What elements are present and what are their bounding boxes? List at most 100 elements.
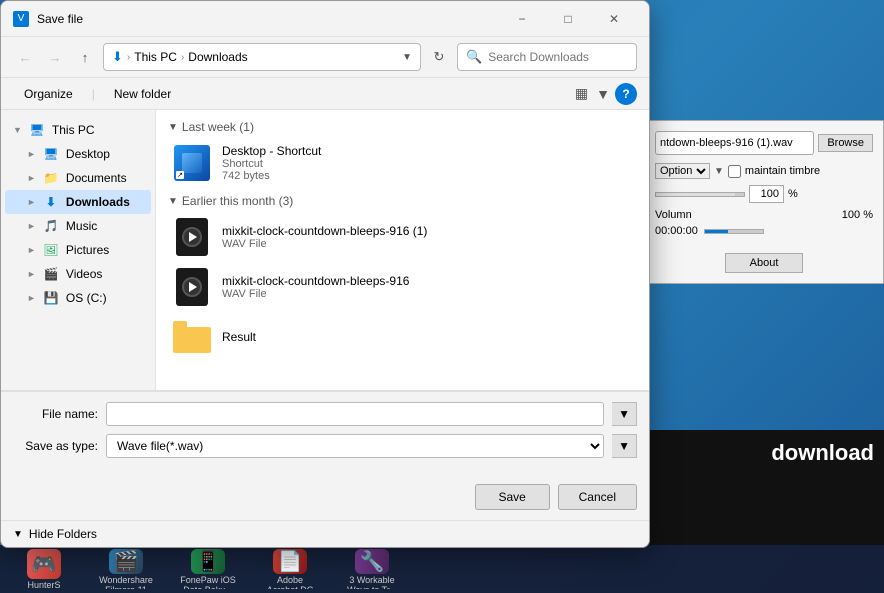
up-button[interactable]: ↑ <box>73 45 97 69</box>
shortcut-name: Desktop - Shortcut <box>222 144 633 158</box>
hide-folders-label: Hide Folders <box>29 527 97 541</box>
sidebar-label-documents: Documents <box>66 171 143 185</box>
taskbar-item-1[interactable]: 🎬 Wondershare Filmora 11 <box>86 547 166 591</box>
wav2-icon-circle <box>182 277 202 297</box>
sidebar-item-pictures[interactable]: ► 🖼 Pictures <box>5 238 151 262</box>
search-icon: 🔍 <box>466 49 482 65</box>
wav2-icon-body <box>176 268 208 306</box>
bg-percent-input[interactable] <box>749 185 784 203</box>
bg-percent-unit: % <box>788 188 798 200</box>
view-toggle: ▦ ▼ ? <box>572 82 637 105</box>
sidebar-item-music[interactable]: ► 🎵 Music <box>5 214 151 238</box>
shortcut-icon-container: ↗ <box>172 143 212 183</box>
organize-button[interactable]: Organize <box>13 83 84 105</box>
dialog-footer: File name: ▼ Save as type: Wave file(*.w… <box>1 390 649 547</box>
view-grid-button[interactable]: ▦ <box>572 82 591 105</box>
taskbar-label-3: Adobe Acrobat DC <box>267 575 314 589</box>
bg-timecode: 00:00:00 <box>655 225 698 237</box>
filename-dropdown[interactable]: ▼ <box>612 402 637 426</box>
maximize-button[interactable]: □ <box>545 5 591 33</box>
file-info-result: Result <box>222 330 633 344</box>
sidebar-label-music: Music <box>66 219 143 233</box>
bg-volume-value: 100 % <box>842 209 873 221</box>
taskbar-item-3[interactable]: 📄 Adobe Acrobat DC <box>250 547 330 591</box>
shortcut-type: Shortcut <box>222 158 633 170</box>
sidebar-item-desktop[interactable]: ► 🖥 Desktop <box>5 142 151 166</box>
forward-button[interactable]: → <box>43 45 67 69</box>
bg-browse-button[interactable]: Browse <box>818 134 873 152</box>
taskbar-label-1: Wondershare Filmora 11 <box>99 575 153 589</box>
bg-select[interactable]: Option <box>655 163 710 179</box>
breadcrumb-thispc[interactable]: This PC <box>134 50 177 64</box>
wav2-icon-container <box>172 267 212 307</box>
search-input[interactable] <box>488 50 618 64</box>
taskbar-icon-2: 📱 <box>191 549 225 574</box>
bg-volume-slider <box>704 229 764 234</box>
wav1-icon-circle <box>182 227 202 247</box>
folder-body <box>173 327 211 353</box>
earlier-toggle[interactable]: ▼ <box>168 196 178 207</box>
savetype-select[interactable]: Wave file(*.wav) <box>106 434 604 458</box>
file-info-wav2: mixkit-clock-countdown-bleeps-916 WAV Fi… <box>222 274 633 300</box>
file-item-shortcut[interactable]: ↗ Desktop - Shortcut Shortcut 742 bytes <box>168 138 637 188</box>
sidebar-item-videos[interactable]: ► 🎬 Videos <box>5 262 151 286</box>
wav2-name: mixkit-clock-countdown-bleeps-916 <box>222 274 633 288</box>
new-folder-button[interactable]: New folder <box>103 83 182 105</box>
separator-1: | <box>92 87 95 101</box>
breadcrumb-sep-1: › <box>127 52 130 63</box>
action-bar: Organize | New folder ▦ ▼ ? <box>1 78 649 110</box>
lastweek-toggle[interactable]: ▼ <box>168 122 178 133</box>
sidebar-item-documents[interactable]: ► 📁 Documents <box>5 166 151 190</box>
taskbar-item-4[interactable]: 🔧 3 Workable Ways to Tr... <box>332 547 412 591</box>
bg-about-button[interactable]: About <box>725 253 804 273</box>
wav1-name: mixkit-clock-countdown-bleeps-916 (1) <box>222 224 633 238</box>
cancel-button[interactable]: Cancel <box>558 484 637 510</box>
result-icon-container <box>172 317 212 357</box>
taskbar-item-0[interactable]: 🎮 HunterS <box>4 547 84 591</box>
breadcrumb-downloads[interactable]: Downloads <box>188 50 247 64</box>
section-header-lastweek: ▼ Last week (1) <box>168 114 637 138</box>
back-button[interactable]: ← <box>13 45 37 69</box>
file-item-wav1[interactable]: mixkit-clock-countdown-bleeps-916 (1) WA… <box>168 212 637 262</box>
downloads-expand-arrow: ► <box>27 197 36 207</box>
filename-input[interactable] <box>106 402 604 426</box>
taskbar-item-2[interactable]: 📱 FonePaw iOS Data Baku... <box>168 547 248 591</box>
file-item-wav2[interactable]: mixkit-clock-countdown-bleeps-916 WAV Fi… <box>168 262 637 312</box>
sidebar-item-thispc[interactable]: ▼ 🖥 This PC <box>5 118 151 142</box>
filename-label: File name: <box>13 407 98 421</box>
taskbar-icon-0: 🎮 <box>27 549 61 579</box>
sidebar-label-osc: OS (C:) <box>66 291 143 305</box>
minimize-button[interactable]: − <box>499 5 545 33</box>
sidebar-label-pictures: Pictures <box>66 243 143 257</box>
wav1-play-icon <box>189 232 197 242</box>
file-list: ▼ Last week (1) ↗ Desktop - Shortcut Sho… <box>156 110 649 390</box>
savetype-dropdown[interactable]: ▼ <box>612 434 637 458</box>
shortcut-size: 742 bytes <box>222 170 633 182</box>
file-item-result[interactable]: Result <box>168 312 637 362</box>
title-bar: V Save file − □ ✕ <box>1 1 649 37</box>
view-dropdown-button[interactable]: ▼ <box>593 83 613 105</box>
bg-arrow: ▼ <box>714 166 724 177</box>
documents-icon: 📁 <box>42 169 60 187</box>
save-button[interactable]: Save <box>475 484 550 510</box>
wav2-play-icon <box>189 282 197 292</box>
computer-icon: 🖥 <box>28 121 46 139</box>
help-button[interactable]: ? <box>615 83 637 105</box>
wav1-icon-body <box>176 218 208 256</box>
result-name: Result <box>222 330 633 344</box>
close-button[interactable]: ✕ <box>591 5 637 33</box>
sidebar-item-osc[interactable]: ► 💾 OS (C:) <box>5 286 151 310</box>
documents-expand-arrow: ► <box>27 173 36 183</box>
hide-folders-bar[interactable]: ▼ Hide Folders <box>1 520 649 547</box>
hide-folders-arrow: ▼ <box>13 529 23 540</box>
search-box: 🔍 <box>457 43 637 71</box>
sidebar-item-downloads[interactable]: ► ⬇ Downloads <box>5 190 151 214</box>
osc-expand-arrow: ► <box>27 293 36 303</box>
refresh-button[interactable]: ↻ <box>427 45 451 69</box>
pictures-icon: 🖼 <box>42 241 60 259</box>
bg-maintain-timbre-check[interactable] <box>728 165 741 178</box>
bg-filename-input[interactable] <box>655 131 814 155</box>
sidebar-label-downloads: Downloads <box>66 195 143 209</box>
desktop-expand-arrow: ► <box>27 149 36 159</box>
breadcrumb-dropdown[interactable]: ▼ <box>402 52 412 63</box>
